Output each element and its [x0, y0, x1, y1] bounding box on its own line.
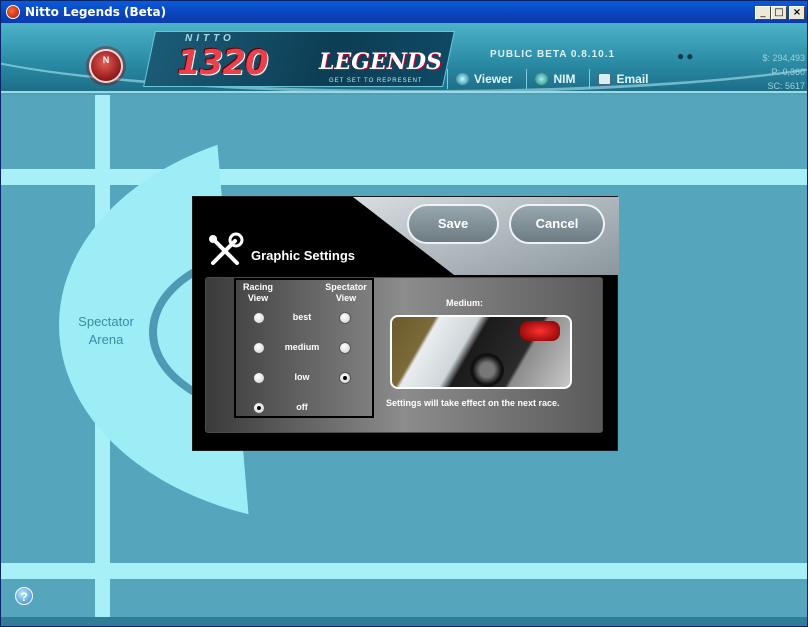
level-best-label: best [292, 312, 312, 322]
spectator-header-line1: Spectator [325, 282, 367, 292]
player-stats: $: 294,493 P: 0,360 SC: 5617 0 [745, 51, 805, 91]
nim-icon [535, 73, 549, 85]
save-button[interactable]: Save [407, 204, 499, 244]
level-medium-label: medium [284, 342, 320, 352]
car-preview-image [390, 315, 572, 389]
help-button[interactable]: ? [15, 587, 33, 605]
title-bar[interactable]: Nitto Legends (Beta) _ □ × [1, 1, 807, 23]
stat-money: $: 294,493 [762, 53, 805, 63]
racing-low-radio[interactable] [253, 372, 265, 384]
racing-medium-radio[interactable] [253, 342, 265, 354]
status-bar [1, 617, 807, 626]
road-vertical-bottom [95, 579, 110, 617]
envelope-icon [598, 73, 612, 85]
spectator-arena-label[interactable]: Spectator Arena [61, 313, 151, 349]
racing-view-header: Racing View [238, 282, 278, 304]
logo-legends: LEGENDS [319, 49, 442, 75]
spectator-header-line2: View [335, 293, 357, 303]
tools-icon [209, 232, 244, 265]
maximize-button[interactable]: □ [771, 6, 787, 20]
spectator-best-radio[interactable] [339, 312, 351, 324]
window-title: Nitto Legends (Beta) [25, 5, 167, 19]
nav-email-label: Email [616, 72, 649, 86]
road-horizontal-top [1, 169, 807, 185]
header-nav: Viewer NIM Email [447, 69, 663, 91]
nav-email[interactable]: Email [589, 69, 662, 89]
arena-label-line1: Spectator [78, 314, 134, 329]
nav-viewer[interactable]: Viewer [447, 69, 526, 89]
cancel-button[interactable]: Cancel [509, 204, 605, 244]
nav-nim-label: NIM [553, 72, 576, 86]
level-low-label: low [294, 372, 310, 382]
version-label: PUBLIC BETA 0.8.10.1 [490, 49, 616, 60]
graphic-settings-dialog: Save Cancel Graphic Settings Racing View… [192, 196, 619, 451]
car-wheel [470, 353, 504, 387]
racing-best-radio[interactable] [253, 312, 265, 324]
nav-viewer-label: Viewer [474, 72, 513, 86]
road-horizontal-bottom [1, 563, 807, 579]
globe-icon [456, 73, 469, 85]
racing-header-line1: Racing [242, 282, 273, 292]
app-window: Nitto Legends (Beta) _ □ × N NITTO 1320 … [0, 0, 808, 627]
settings-note: Settings will take effect on the next ra… [386, 398, 560, 408]
stat-sc: SC: 5617 [767, 81, 805, 91]
minimize-button[interactable]: _ [755, 6, 771, 20]
spectator-low-radio[interactable] [339, 372, 351, 384]
arena-label-line2: Arena [88, 332, 124, 347]
racing-off-radio[interactable] [253, 402, 265, 414]
nav-nim[interactable]: NIM [526, 69, 589, 89]
logo-1320: 1320 [177, 43, 269, 83]
racing-header-line2: View [247, 293, 269, 303]
spectator-medium-radio[interactable] [339, 342, 351, 354]
menu-dots-icon[interactable]: ●● [677, 49, 696, 63]
dialog-title: Graphic Settings [251, 248, 356, 263]
preview-title: Medium: [446, 298, 483, 308]
stat-points: P: 0,360 [771, 67, 805, 77]
logo-tagline: GET SET TO REPRESENT [329, 78, 423, 84]
spectator-view-header: Spectator View [318, 282, 374, 304]
nitto-badge-icon[interactable]: N [89, 49, 123, 83]
level-off-label: off [296, 402, 308, 412]
game-header: N NITTO 1320 LEGENDS GET SET TO REPRESEN… [1, 23, 807, 93]
app-icon [6, 5, 20, 19]
close-button[interactable]: × [789, 6, 805, 20]
settings-panel: Racing View Spectator View best medium l… [205, 277, 603, 433]
quality-options: Racing View Spectator View best medium l… [234, 278, 374, 418]
car-taillight [520, 321, 560, 341]
